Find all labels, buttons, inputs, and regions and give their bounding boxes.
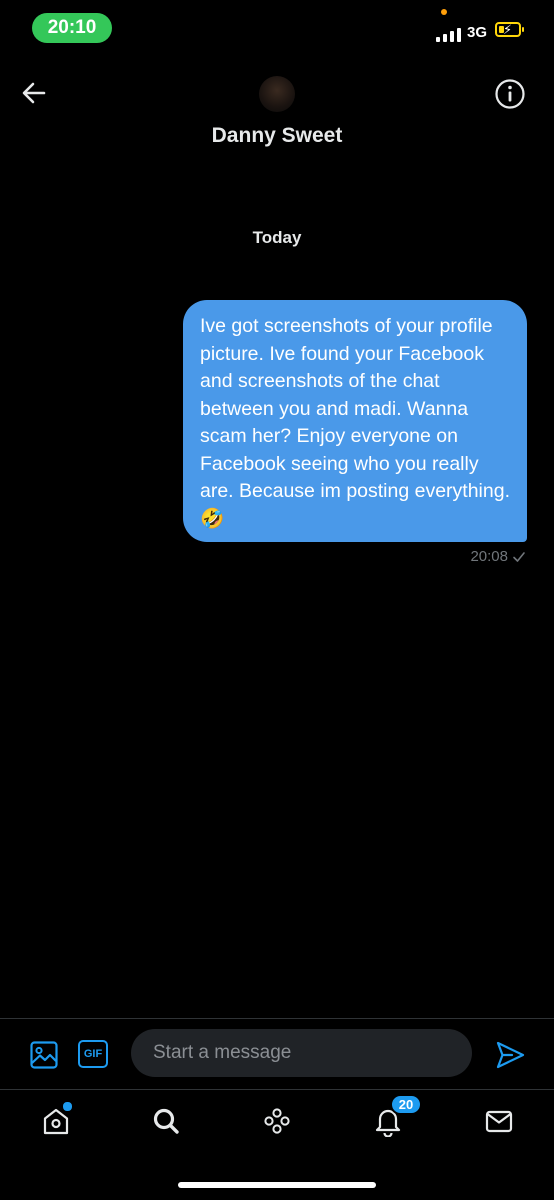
bottom-tab-bar: 20 (0, 1090, 554, 1160)
tab-notifications[interactable]: 20 (372, 1094, 422, 1138)
message-timestamp: 20:08 (470, 548, 508, 565)
checkmark-icon (513, 551, 525, 562)
notification-count-badge: 20 (390, 1094, 422, 1115)
signal-strength-icon (436, 26, 461, 42)
back-button[interactable] (18, 77, 50, 109)
message-composer: GIF (0, 1019, 554, 1089)
network-type: 3G (467, 24, 488, 41)
send-icon (496, 1041, 525, 1069)
home-new-content-dot (62, 1101, 73, 1112)
tab-home[interactable] (40, 1101, 73, 1137)
conversation-info-button[interactable] (494, 78, 526, 110)
message-bubble-outgoing[interactable]: Ive got screenshots of your profile pict… (183, 300, 527, 542)
battery-icon: ⚡ (495, 22, 521, 37)
tab-messages[interactable] (483, 1105, 515, 1137)
message-input[interactable] (131, 1029, 472, 1077)
tab-search[interactable] (150, 1105, 182, 1137)
spaces-icon (264, 1108, 290, 1134)
info-circle-icon (495, 79, 525, 109)
image-icon (30, 1041, 58, 1069)
search-icon (153, 1108, 179, 1134)
date-separator: Today (252, 228, 302, 247)
message-meta: 20:08 (470, 548, 526, 565)
privacy-indicator-dot (441, 9, 447, 15)
send-button[interactable] (494, 1039, 526, 1071)
status-time: 20:10 (32, 13, 112, 43)
gif-button[interactable]: GIF (78, 1040, 108, 1068)
add-media-button[interactable] (28, 1039, 60, 1071)
envelope-icon (485, 1110, 513, 1133)
contact-avatar[interactable] (259, 76, 295, 112)
home-indicator (178, 1182, 376, 1188)
tab-spaces[interactable] (261, 1105, 293, 1137)
contact-name[interactable]: Danny Sweet (0, 124, 554, 148)
charging-bolt-icon: ⚡ (503, 22, 513, 37)
status-bar: 20:10 3G ⚡ (0, 0, 554, 60)
arrow-left-icon (22, 82, 46, 104)
